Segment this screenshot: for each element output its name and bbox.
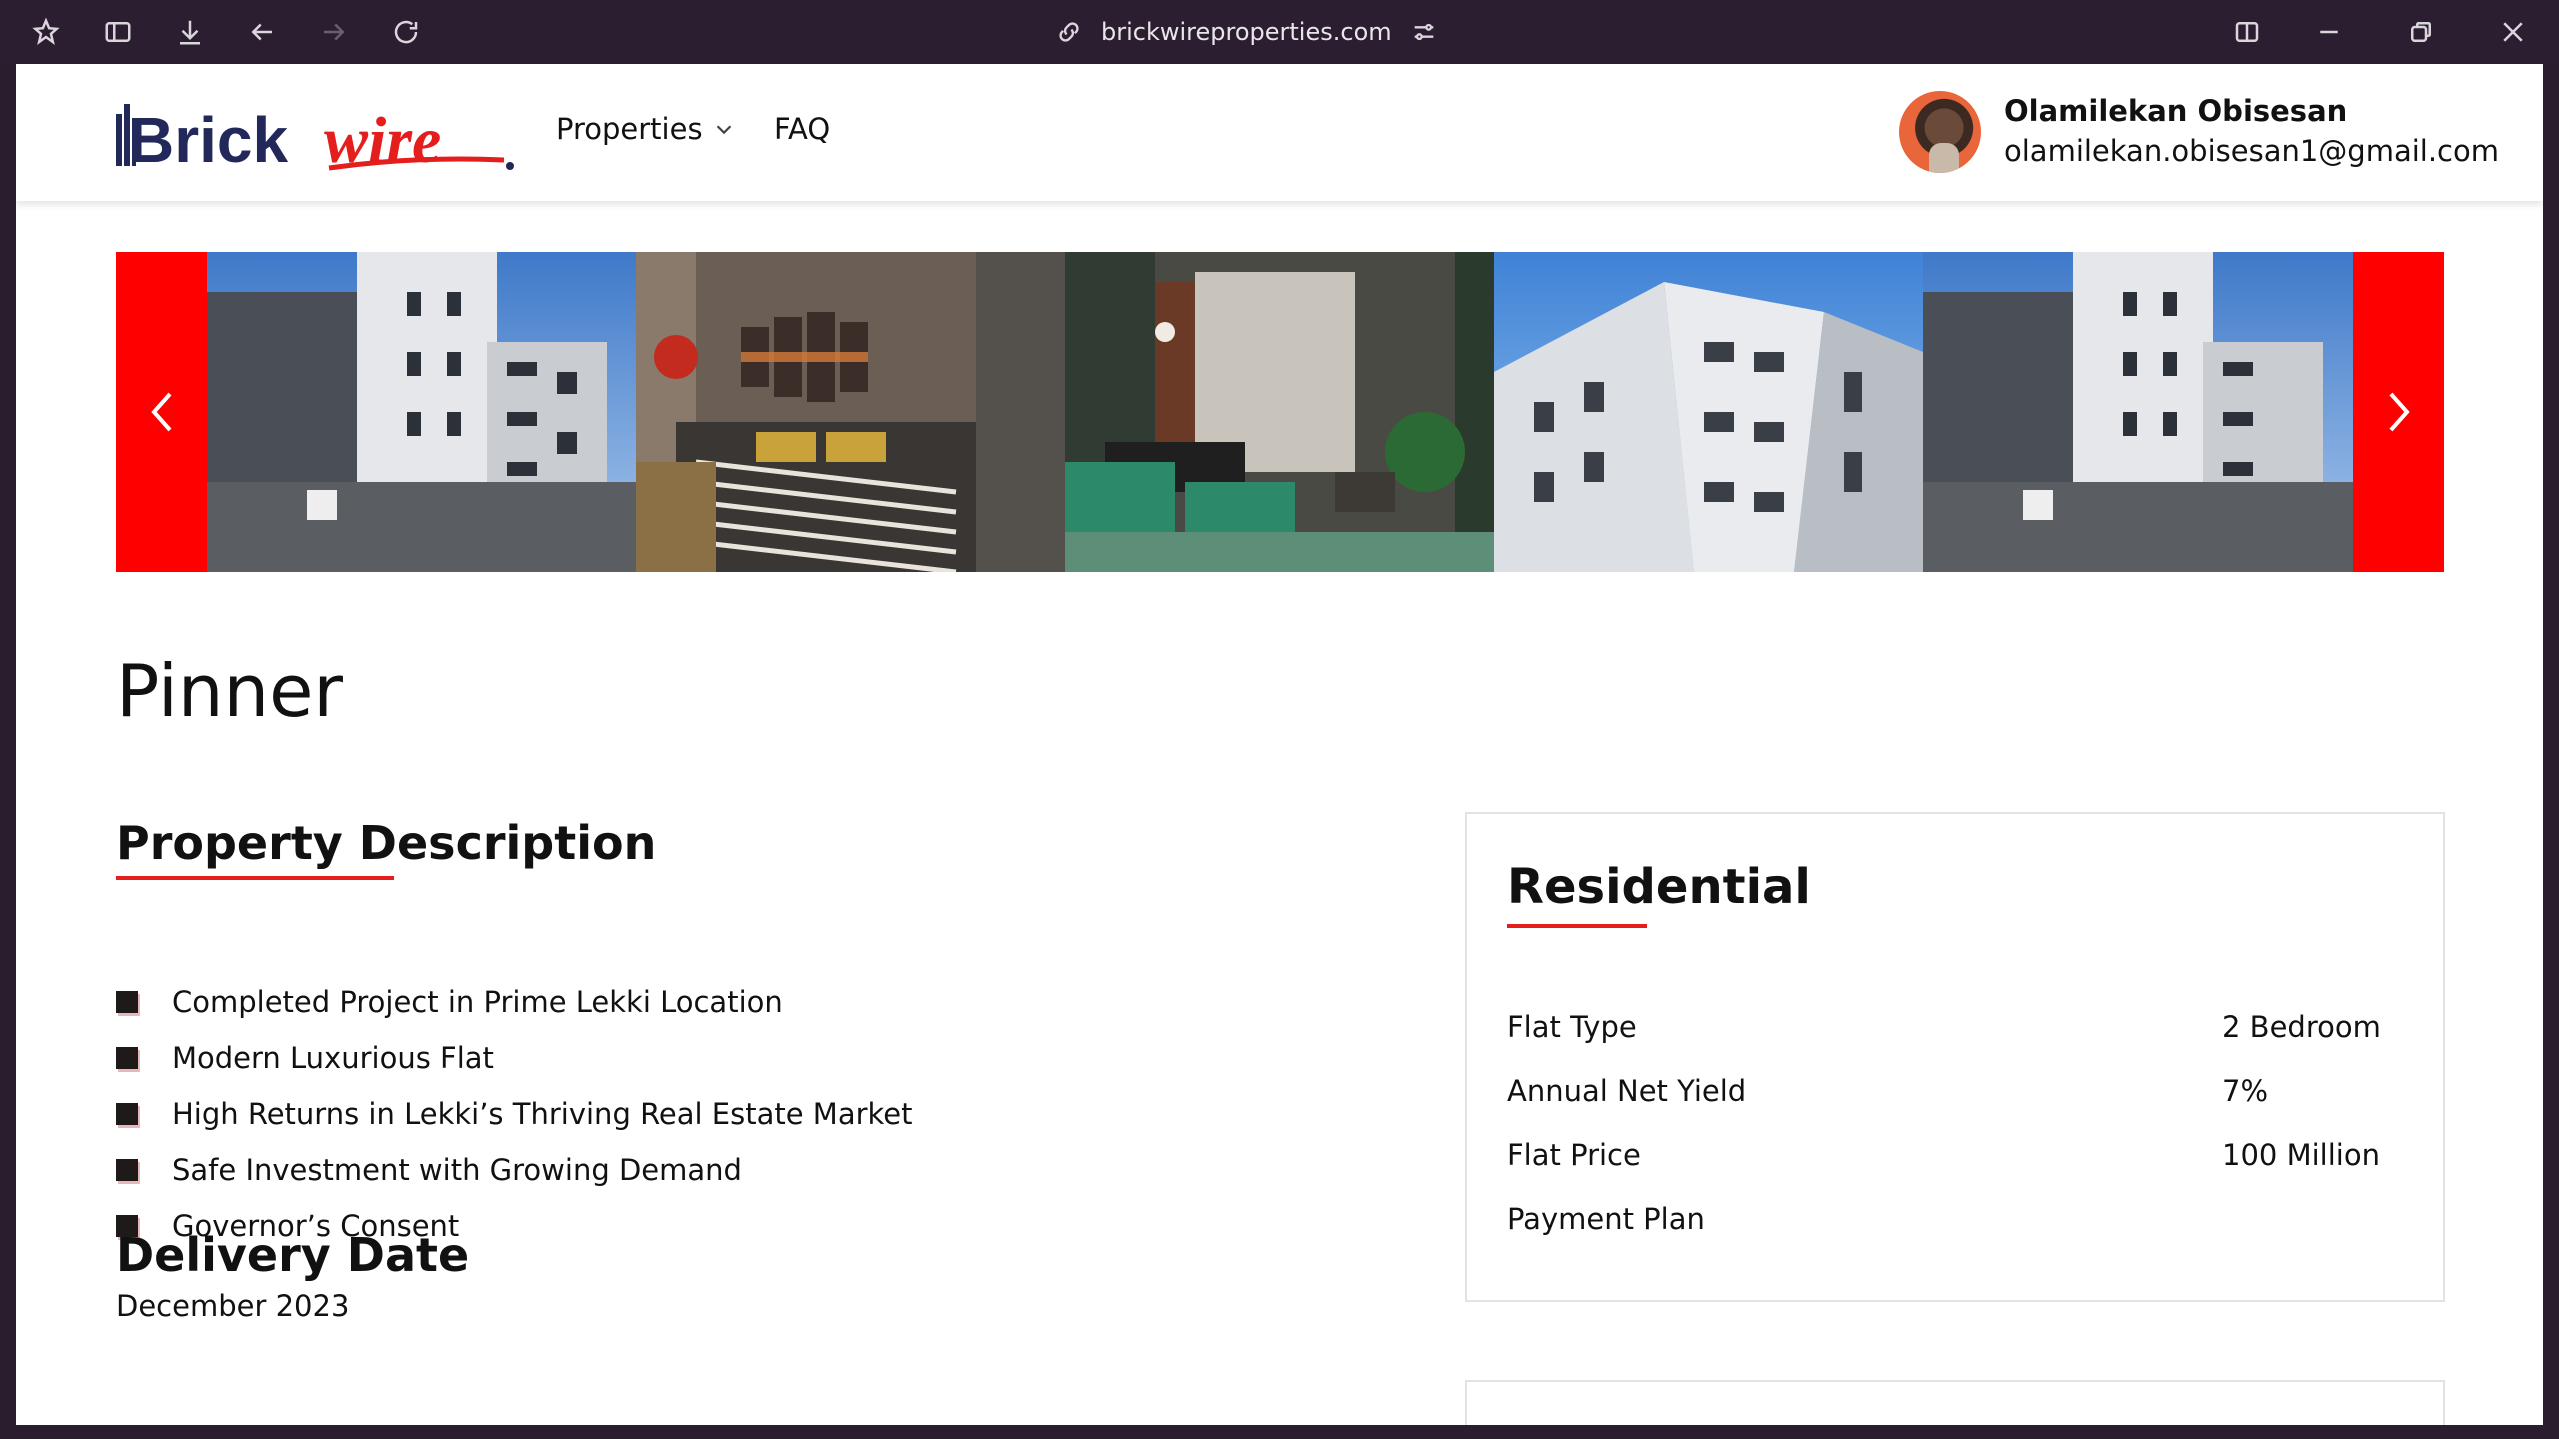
bullet-icon <box>116 991 138 1013</box>
list-item: High Returns in Lekki’s Thriving Real Es… <box>116 1086 913 1142</box>
feature-text: Safe Investment with Growing Demand <box>172 1153 742 1187</box>
user-email: olamilekan.obisesan1@gmail.com <box>2004 134 2499 168</box>
minimize-icon[interactable] <box>2311 14 2347 50</box>
back-icon[interactable] <box>244 14 280 50</box>
carousel-slide-building-low-angle <box>1494 252 1923 572</box>
heading-underline <box>116 876 394 880</box>
link-icon <box>1059 22 1079 42</box>
delivery-date-value: December 2023 <box>116 1289 350 1323</box>
carousel-slide-building-exterior-2 <box>1923 252 2353 572</box>
avatar[interactable] <box>1899 91 1981 173</box>
property-description-heading: Property Description <box>116 816 657 870</box>
nav-faq-label: FAQ <box>774 112 831 146</box>
site-header: Brick wire Properties FAQ Olamilekan Obi… <box>16 64 2543 201</box>
detail-label: Flat Type <box>1507 1010 1637 1044</box>
nav-faq-link[interactable]: FAQ <box>774 112 830 146</box>
nav-properties-label: Properties <box>556 112 703 146</box>
bullet-icon <box>116 1103 138 1125</box>
carousel-slide-bedroom <box>636 252 1065 572</box>
detail-value: 7% <box>2222 1074 2269 1108</box>
bullet-icon <box>116 1159 138 1181</box>
feature-text: Completed Project in Prime Lekki Locatio… <box>172 985 783 1019</box>
carousel-slide-living-room <box>1065 252 1494 572</box>
chevron-left-icon <box>150 392 171 432</box>
detail-value: 100 Million <box>2222 1138 2380 1172</box>
heading-underline <box>1507 924 1647 928</box>
browser-toolbar: brickwireproperties.com <box>0 0 2559 64</box>
bullet-icon <box>116 1047 138 1069</box>
feature-text: High Returns in Lekki’s Thriving Real Es… <box>172 1097 913 1131</box>
detail-value: 2 Bedroom <box>2222 1010 2381 1044</box>
delivery-date-heading: Delivery Date <box>116 1228 470 1282</box>
list-item: Modern Luxurious Flat <box>116 1030 913 1086</box>
chevron-down-icon <box>716 125 731 135</box>
property-title: Pinner <box>116 649 344 733</box>
feature-text: Modern Luxurious Flat <box>172 1041 494 1075</box>
download-icon[interactable] <box>172 14 208 50</box>
split-view-icon[interactable] <box>2229 14 2265 50</box>
list-item: Completed Project in Prime Lekki Locatio… <box>116 974 913 1030</box>
detail-label: Annual Net Yield <box>1507 1074 1747 1108</box>
card-heading: Residential <box>1507 859 1811 915</box>
carousel-next-button[interactable] <box>2353 252 2444 572</box>
carousel-slide-building-exterior <box>207 252 636 572</box>
residential-details-card: Residential Flat Type 2 Bedroom Annual N… <box>1465 812 2445 1302</box>
brickwire-logo[interactable]: Brick wire <box>114 96 534 177</box>
image-carousel[interactable] <box>116 252 2444 572</box>
reload-icon[interactable] <box>388 14 424 50</box>
close-icon[interactable] <box>2495 14 2531 50</box>
property-features-list: Completed Project in Prime Lekki Locatio… <box>116 974 913 1254</box>
site-settings-icon[interactable] <box>1410 18 1438 46</box>
web-page: Brick wire Properties FAQ Olamilekan Obi… <box>16 64 2543 1425</box>
secondary-card <box>1465 1380 2445 1425</box>
restore-icon[interactable] <box>2403 14 2439 50</box>
address-bar[interactable]: brickwireproperties.com <box>1055 14 1438 50</box>
svg-text:Brick: Brick <box>128 104 289 176</box>
browser-logo-icon[interactable] <box>28 14 64 50</box>
nav-properties-dropdown[interactable]: Properties <box>556 112 735 146</box>
chevron-right-icon <box>2389 392 2410 432</box>
detail-label: Payment Plan <box>1507 1202 1705 1236</box>
list-item: Safe Investment with Growing Demand <box>116 1142 913 1198</box>
sidebar-toggle-icon[interactable] <box>100 14 136 50</box>
detail-label: Flat Price <box>1507 1138 1641 1172</box>
user-name: Olamilekan Obisesan <box>2004 94 2348 128</box>
forward-icon[interactable] <box>316 14 352 50</box>
url-text: brickwireproperties.com <box>1101 18 1392 46</box>
carousel-prev-button[interactable] <box>116 252 207 572</box>
